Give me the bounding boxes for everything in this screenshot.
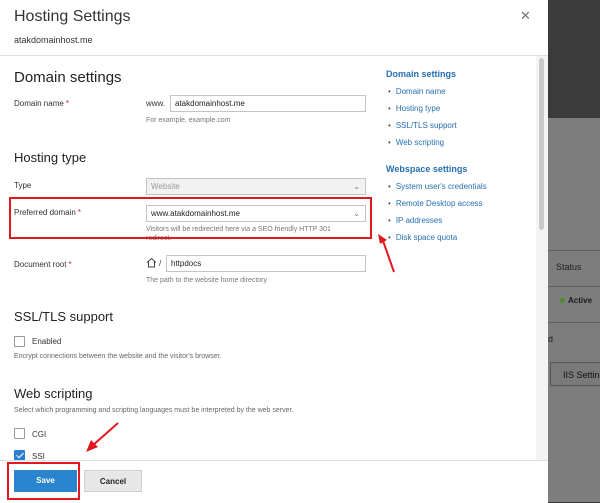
background-page: Status Active d IIS Setting	[548, 0, 600, 502]
document-root-separator: /	[159, 259, 162, 268]
nav-item-ip-addresses[interactable]: IP addresses	[388, 216, 443, 225]
divider	[548, 250, 600, 251]
nav-item-web-scripting[interactable]: Web scripting	[388, 138, 444, 147]
chevron-down-icon: ⌄	[353, 182, 360, 191]
dialog-footer	[0, 460, 548, 503]
nav-item-hosting-type[interactable]: Hosting type	[388, 104, 440, 113]
ssl-enabled-label: Enabled	[32, 337, 62, 346]
nav-item-remote-desktop[interactable]: Remote Desktop access	[388, 199, 483, 208]
ssl-description: Encrypt connections between the website …	[14, 353, 222, 360]
dialog-title: Hosting Settings	[14, 8, 131, 25]
status-dot-icon	[560, 298, 565, 304]
nav-heading-webspace-settings[interactable]: Webspace settings	[386, 164, 467, 174]
divider	[548, 322, 600, 323]
annotation-arrow-icon	[378, 234, 395, 273]
nav-item-system-user[interactable]: System user's credentials	[388, 182, 487, 191]
type-select-value: Website	[151, 182, 180, 191]
home-icon	[146, 257, 157, 268]
divider	[548, 286, 600, 287]
status-badge-label: Active	[568, 296, 593, 305]
section-title-hosting-type: Hosting type	[14, 150, 87, 165]
close-icon[interactable]: ✕	[520, 8, 531, 24]
status-badge: Active	[560, 296, 592, 305]
document-root-label: Document root *	[14, 260, 72, 269]
dialog-subtitle: atakdomainhost.me	[14, 35, 93, 45]
cancel-button[interactable]: Cancel	[84, 470, 142, 492]
domain-name-hint: For example, example.com	[146, 117, 231, 124]
ssi-checkbox[interactable]	[14, 450, 25, 460]
background-header	[548, 0, 600, 118]
background-panel	[548, 118, 600, 502]
required-mark: *	[68, 260, 72, 269]
annotation-arrow-icon	[86, 422, 119, 452]
document-root-label-text: Document root	[14, 260, 67, 269]
section-title-ssl: SSL/TLS support	[14, 309, 113, 324]
background-text: d	[548, 334, 554, 344]
ssl-enabled-checkbox[interactable]	[14, 336, 25, 347]
nav-heading-domain-settings[interactable]: Domain settings	[386, 69, 456, 79]
dialog-content: Domain settings Domain name * www. atakdo…	[0, 56, 536, 460]
iis-settings-button[interactable]: IIS Setting	[550, 362, 600, 386]
ssi-label: SSI	[32, 452, 45, 460]
document-root-input[interactable]: httpdocs	[166, 255, 366, 272]
type-label: Type	[14, 181, 32, 190]
nav-item-ssl-tls[interactable]: SSL/TLS support	[388, 121, 457, 130]
cgi-checkbox[interactable]	[14, 428, 25, 439]
required-mark: *	[65, 99, 69, 108]
highlight-box-preferred-domain	[9, 197, 372, 239]
domain-name-label-text: Domain name	[14, 99, 64, 108]
nav-item-domain-name[interactable]: Domain name	[388, 87, 446, 96]
document-root-hint: The path to the website home directory	[146, 277, 268, 284]
domain-name-label: Domain name *	[14, 99, 69, 108]
scrollbar-thumb[interactable]	[539, 58, 544, 230]
section-title-domain-settings: Domain settings	[14, 69, 122, 86]
cgi-label: CGI	[32, 430, 47, 439]
www-prefix: www.	[146, 99, 166, 108]
domain-name-input[interactable]: atakdomainhost.me	[170, 95, 366, 112]
web-scripting-description: Select which programming and scripting l…	[14, 407, 294, 414]
status-column-header: Status	[556, 262, 582, 272]
section-title-web-scripting: Web scripting	[14, 386, 93, 401]
highlight-box-save	[7, 462, 80, 500]
type-select: Website ⌄	[146, 178, 366, 195]
